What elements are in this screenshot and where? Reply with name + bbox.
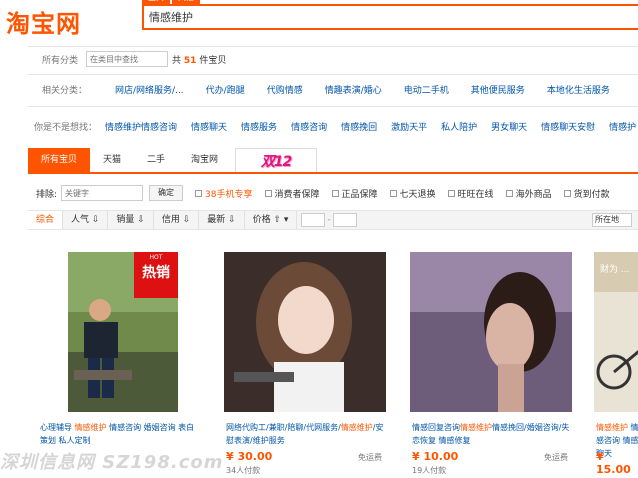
product-price: ¥ 30.00 [226,450,273,463]
product-image[interactable]: HOT 热销 [68,252,178,412]
suggestion-link[interactable]: 情感咨询 [291,120,327,133]
related-category-link[interactable]: 本地化生活服务 [547,83,610,96]
suggestion-link[interactable]: 情感服务 [241,120,277,133]
related-label: 相关分类： [42,85,88,96]
filter-checkbox[interactable]: 旺旺在线 [447,187,494,200]
promo-double12-tab[interactable]: 双12 [235,148,318,172]
confirm-button[interactable]: 确定 [149,185,184,201]
promo-logo: 双12 [260,153,293,170]
sort-newest[interactable]: 最新 ⇩ [199,211,245,229]
tab-tmall[interactable]: 天猫 [90,148,134,172]
search-box [142,4,638,30]
suggestion-link[interactable]: 情感护 [609,120,636,133]
product-banner-text: 财为 ... [600,265,630,275]
category-label[interactable]: 所有分类 [42,53,78,66]
related-category-link[interactable]: 网店/网络服务/... [115,83,184,96]
checkbox-icon [264,189,272,197]
checkbox-icon [331,189,339,197]
sort-sales[interactable]: 销量 ⇩ [108,211,154,229]
checkbox-icon [195,189,203,197]
related-category-link[interactable]: 其他便民服务 [471,83,525,96]
suggestion-link[interactable]: 私人陪护 [441,120,477,133]
product-card[interactable]: 网络代购工/兼职/陪聊/代网服务/情感维护/安慰表演/维护服务 ¥ 30.00 … [218,248,388,478]
price-max-input[interactable] [332,213,357,227]
sort-comprehensive[interactable]: 综合 [28,211,64,229]
filter-row: 排除: 确定 38手机专享 消费者保障 正品保障 七天退换 旺旺在线 海外商品 … [28,182,638,204]
tab-secondhand[interactable]: 二手 [134,148,178,172]
product-title[interactable]: 心理辅导 情感维护 情感咨询 婚姻咨询 表白策划 私人定制 [40,421,200,447]
divider [28,106,638,107]
hot-sale-badge: HOT 热销 [134,252,178,298]
filter-checkbox[interactable]: 七天退换 [389,187,436,200]
product-card[interactable]: 财为 ... 情感维护 情感咨询 情感聊天 ¥ 15.00 [588,248,638,478]
category-row: 所有分类 共 51 件宝贝 [28,48,226,70]
location-select[interactable]: 所在地 [592,213,632,227]
sort-credit[interactable]: 信用 ⇩ [154,211,200,229]
price-min-input[interactable] [301,213,326,227]
related-categories-row: 相关分类： 网店/网络服务/... 代办/跑腿 代购情感 情趣表演/婚心 电动二… [28,78,638,100]
product-image[interactable] [224,252,386,412]
sold-count: 19人付款 [412,466,447,475]
sold-count: 34人付款 [226,466,261,475]
suggestion-link[interactable]: 男女聊天 [491,120,527,133]
product-card[interactable]: HOT 热销 心理辅导 情感维护 情感咨询 婚姻咨询 表白策划 私人定制 [32,248,202,478]
suggestion-link[interactable]: 情感挽回 [341,120,377,133]
filter-checkbox[interactable]: 38手机专享 [195,187,253,200]
related-category-link[interactable]: 代办/跑腿 [206,83,245,96]
suggestion-link[interactable]: 情感聊天安慰 [541,120,595,133]
product-card[interactable]: 情感回复咨询情感维护情感挽回/婚姻咨询/失恋恢复 情感修复 ¥ 10.00 免运… [404,248,574,478]
product-photo-profile [410,252,572,412]
sort-bar: 综合 人气 ⇩ 销量 ⇩ 信用 ⇩ 最新 ⇩ 价格 ⇧ ▾ - 所在地 [28,210,638,230]
suggestion-row: 你是不是想找： 情感维护情感咨询 情感聊天 情感服务 情感咨询 情感挽回 激励天… [28,116,638,136]
filter-checkbox[interactable]: 海外商品 [505,187,552,200]
checkbox-icon [447,189,455,197]
product-photo-woman [224,252,386,412]
shipping-info: 免运费 [544,453,568,462]
related-category-link[interactable]: 电动二手机 [404,83,449,96]
tab-taobao[interactable]: 淘宝网 [178,148,231,172]
divider [28,74,638,75]
checkbox-icon [389,189,397,197]
shipping-info: 免运费 [358,453,382,462]
related-category-link[interactable]: 代购情感 [267,83,303,96]
category-search-input[interactable] [86,51,169,67]
suggestion-label: 你是不是想找： [34,122,98,133]
product-image[interactable] [410,252,572,412]
product-title[interactable]: 情感回复咨询情感维护情感挽回/婚姻咨询/失恋恢复 情感修复 [412,421,572,447]
suggestion-link[interactable]: 情感维护情感咨询 [105,120,177,133]
divider [28,46,638,47]
filter-checkbox[interactable]: 正品保障 [331,187,378,200]
sort-popularity[interactable]: 人气 ⇩ [63,211,109,229]
suggestion-link[interactable]: 激励天平 [391,120,427,133]
filter-checkbox[interactable]: 货到付款 [563,187,610,200]
related-category-link[interactable]: 情趣表演/婚心 [325,83,382,96]
exclude-keyword-input[interactable] [61,185,144,201]
product-photo-bicycle [594,252,638,412]
exclude-label: 排除: [36,189,58,200]
product-image[interactable]: 财为 ... [594,252,638,412]
price-dash: - [327,215,331,225]
product-price: ¥ 10.00 [412,450,459,463]
search-input[interactable] [144,6,638,28]
checkbox-icon [563,189,571,197]
result-tabs: 所有宝贝 天猫 二手 淘宝网 双12 [28,148,638,174]
tab-all-items[interactable]: 所有宝贝 [28,148,91,172]
product-price: ¥ 15.00 [596,450,631,476]
checkbox-icon [505,189,513,197]
result-count: 共 51 件宝贝 [172,55,227,66]
suggestion-link[interactable]: 情感聊天 [191,120,227,133]
watermark: 深圳信息网 SZ198.com [0,452,224,473]
taobao-logo[interactable]: 淘宝网 [6,4,81,39]
filter-checkbox[interactable]: 消费者保障 [264,187,320,200]
sort-price[interactable]: 价格 ⇧ ▾ [245,211,298,229]
product-title[interactable]: 网络代购工/兼职/陪聊/代网服务/情感维护/安慰表演/维护服务 [226,421,386,447]
